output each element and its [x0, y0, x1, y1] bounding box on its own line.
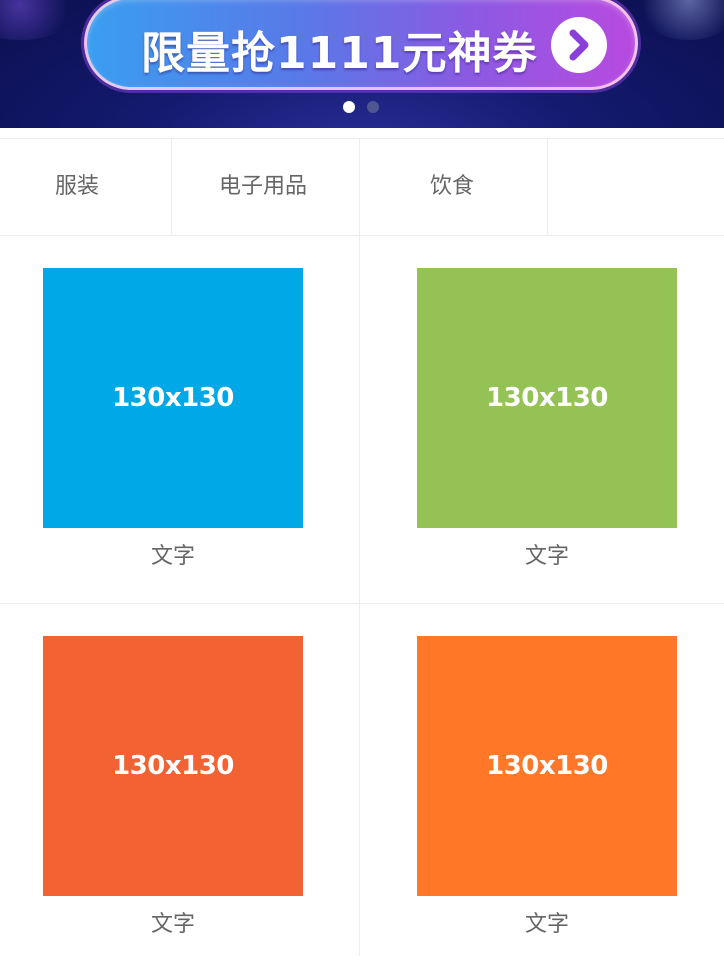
chevron-right-icon[interactable]	[551, 17, 607, 73]
tab-label: 电子用品	[219, 174, 308, 199]
placeholder-image: 130x130	[417, 268, 677, 528]
tab-label: 服装	[55, 174, 100, 199]
grid-item-caption: 文字	[524, 544, 569, 569]
placeholder-image: 130x130	[43, 636, 303, 896]
grid-item[interactable]: 130x130 文字	[360, 236, 724, 603]
tab-clothing[interactable]: 服装	[0, 139, 172, 235]
category-tabs: 服装 电子用品 饮食	[0, 138, 724, 236]
grid-item[interactable]: 130x130 文字	[0, 604, 359, 971]
carousel-indicators	[0, 101, 724, 113]
promo-banner-carousel[interactable]: 限量抢1111元神券	[0, 0, 724, 128]
product-grid: 130x130 文字 130x130 文字 130x130 文字 130x130…	[0, 236, 724, 956]
placeholder-image: 130x130	[417, 636, 677, 896]
grid-item-caption: 文字	[150, 912, 195, 937]
promo-coupon-button[interactable]: 限量抢1111元神券	[84, 0, 638, 90]
grid-item-caption: 文字	[524, 912, 569, 937]
promo-text: 限量抢1111元神券	[141, 28, 538, 79]
placeholder-image: 130x130	[43, 268, 303, 528]
banner-decoration	[0, 0, 80, 40]
tab-food[interactable]: 饮食	[360, 139, 548, 235]
grid-item[interactable]: 130x130 文字	[0, 236, 359, 603]
grid-item[interactable]: 130x130 文字	[360, 604, 724, 971]
banner-decoration	[634, 0, 724, 40]
grid-item-caption: 文字	[150, 544, 195, 569]
tab-label: 饮食	[430, 174, 475, 199]
tab-electronics[interactable]: 电子用品	[172, 139, 360, 235]
carousel-dot-2[interactable]	[367, 101, 379, 113]
carousel-dot-1[interactable]	[343, 101, 355, 113]
